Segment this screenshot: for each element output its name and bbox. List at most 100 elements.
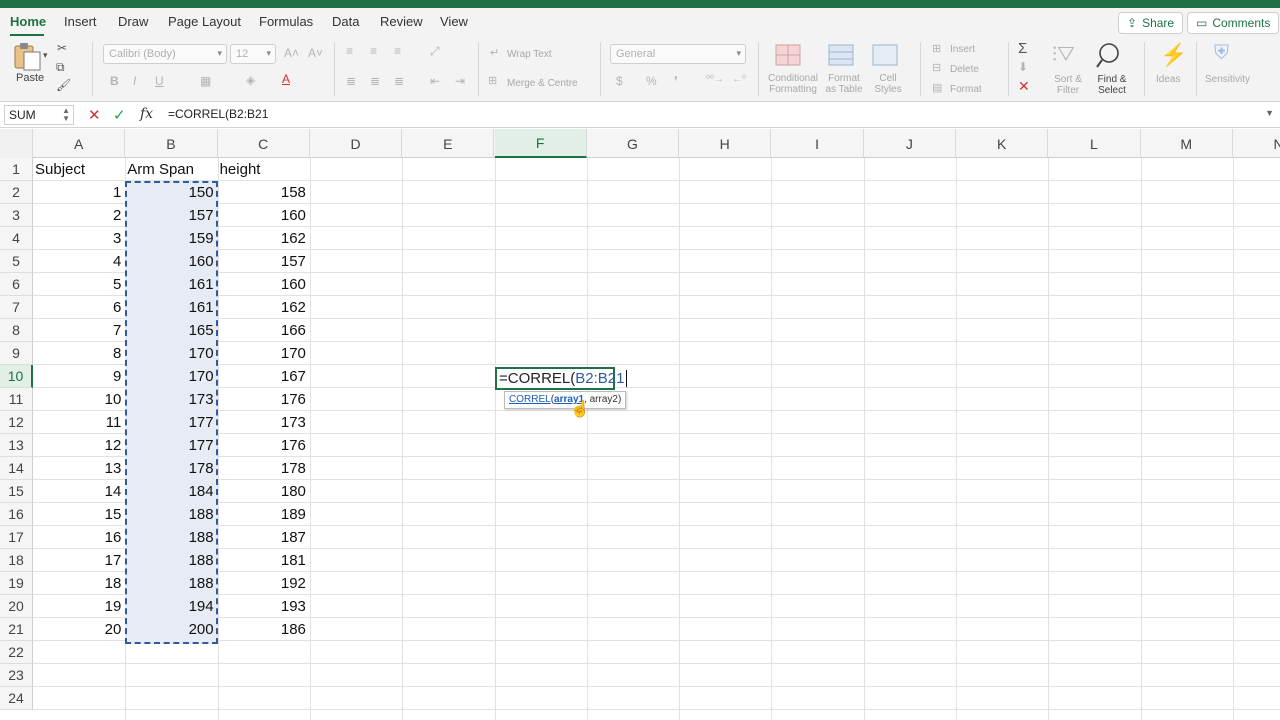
cell-B15[interactable]: 184 bbox=[127, 480, 214, 503]
format-cells-icon[interactable]: ▤ bbox=[932, 81, 942, 94]
cell-C20[interactable]: 193 bbox=[220, 595, 306, 618]
cell-B16[interactable]: 188 bbox=[127, 503, 214, 526]
tab-home[interactable]: Home bbox=[10, 14, 46, 29]
column-header-I[interactable]: I bbox=[771, 129, 864, 158]
cell-C11[interactable]: 176 bbox=[220, 388, 306, 411]
cell-C7[interactable]: 162 bbox=[220, 296, 306, 319]
cell-B20[interactable]: 194 bbox=[127, 595, 214, 618]
comments-button[interactable]: ▭ Comments bbox=[1187, 12, 1280, 34]
align-middle-icon[interactable]: ≡ bbox=[370, 44, 377, 58]
clear-icon[interactable]: ✕ bbox=[1018, 78, 1030, 95]
cell-A2[interactable]: 1 bbox=[35, 181, 121, 204]
decrease-indent-icon[interactable]: ⇤ bbox=[430, 74, 440, 88]
tab-draw[interactable]: Draw bbox=[118, 14, 148, 29]
borders-icon[interactable]: ▦ bbox=[200, 74, 211, 88]
cell-B11[interactable]: 173 bbox=[127, 388, 214, 411]
cell-C6[interactable]: 160 bbox=[220, 273, 306, 296]
comma-style-icon[interactable]: ❜ bbox=[674, 74, 678, 88]
cell-A5[interactable]: 4 bbox=[35, 250, 121, 273]
row-header-24[interactable]: 24 bbox=[0, 687, 33, 710]
cell-C4[interactable]: 162 bbox=[220, 227, 306, 250]
cell-B3[interactable]: 157 bbox=[127, 204, 214, 227]
cell-B18[interactable]: 188 bbox=[127, 549, 214, 572]
cell-B9[interactable]: 170 bbox=[127, 342, 214, 365]
cell-C10[interactable]: 167 bbox=[220, 365, 306, 388]
conditional-formatting-icon[interactable] bbox=[775, 44, 803, 68]
cell-A18[interactable]: 17 bbox=[35, 549, 122, 572]
cell-A14[interactable]: 13 bbox=[35, 457, 122, 480]
cell-B21[interactable]: 200 bbox=[127, 618, 214, 641]
cell-C2[interactable]: 158 bbox=[220, 181, 306, 204]
cell-A4[interactable]: 3 bbox=[35, 227, 121, 250]
align-right-icon[interactable]: ≣ bbox=[394, 74, 404, 88]
column-header-H[interactable]: H bbox=[679, 129, 772, 158]
name-box[interactable]: SUM ▲ ▼ bbox=[4, 105, 74, 125]
fill-icon[interactable]: ⬇ bbox=[1018, 60, 1028, 74]
number-format-select[interactable]: General ▾ bbox=[610, 44, 746, 64]
column-header-B[interactable]: B bbox=[125, 129, 218, 158]
cell-B8[interactable]: 165 bbox=[127, 319, 214, 342]
sort-filter-icon[interactable]: ⫶▽ bbox=[1052, 44, 1075, 67]
column-header-E[interactable]: E bbox=[402, 129, 495, 158]
delete-cells-icon[interactable]: ⊟ bbox=[932, 61, 941, 74]
cell-A17[interactable]: 16 bbox=[35, 526, 122, 549]
font-name-select[interactable]: Calibri (Body) ▾ bbox=[103, 44, 227, 64]
spreadsheet-grid[interactable]: ABCDEFGHIJKLMN Subject Arm Span height 1 150… bbox=[0, 129, 1280, 720]
format-as-table-button[interactable]: Format as Table bbox=[822, 73, 866, 95]
select-all-corner[interactable] bbox=[0, 129, 33, 158]
column-header-G[interactable]: G bbox=[587, 129, 680, 158]
align-left-icon[interactable]: ≣ bbox=[346, 74, 356, 88]
increase-decimal-icon[interactable]: ⁰⁰→ bbox=[706, 74, 724, 85]
format-as-table-icon[interactable] bbox=[828, 44, 856, 68]
cell-C12[interactable]: 173 bbox=[220, 411, 306, 434]
row-header-3[interactable]: 3 bbox=[0, 204, 33, 227]
row-header-20[interactable]: 20 bbox=[0, 595, 33, 618]
expand-formula-bar-icon[interactable]: ▼ bbox=[1265, 108, 1274, 118]
wrap-text-button[interactable]: Wrap Text bbox=[507, 49, 552, 60]
increase-font-icon[interactable]: A˄ bbox=[284, 46, 299, 60]
row-header-15[interactable]: 15 bbox=[0, 480, 33, 503]
cell-styles-icon[interactable] bbox=[872, 44, 900, 68]
cell-B6[interactable]: 161 bbox=[127, 273, 214, 296]
insert-function-icon[interactable]: fx bbox=[140, 106, 153, 122]
cell-C17[interactable]: 187 bbox=[220, 526, 306, 549]
cell-A6[interactable]: 5 bbox=[35, 273, 121, 296]
sensitivity-icon[interactable]: ⛨ bbox=[1214, 42, 1229, 65]
conditional-formatting-button[interactable]: Conditional Formatting bbox=[766, 73, 820, 95]
row-header-9[interactable]: 9 bbox=[0, 342, 33, 365]
tab-data[interactable]: Data bbox=[332, 14, 359, 29]
cell-C1[interactable]: height bbox=[220, 158, 306, 181]
tab-insert[interactable]: Insert bbox=[64, 14, 97, 29]
cell-B7[interactable]: 161 bbox=[127, 296, 214, 319]
cell-A3[interactable]: 2 bbox=[35, 204, 121, 227]
paste-icon[interactable] bbox=[12, 42, 44, 72]
cell-B10[interactable]: 170 bbox=[127, 365, 214, 388]
bold-icon[interactable]: B bbox=[110, 74, 119, 88]
cell-C9[interactable]: 170 bbox=[220, 342, 306, 365]
column-header-L[interactable]: L bbox=[1048, 129, 1141, 158]
insert-cells-icon[interactable]: ⊞ bbox=[932, 42, 941, 55]
format-painter-icon[interactable]: 🖌 bbox=[56, 78, 71, 92]
sort-filter-button[interactable]: Sort & Filter bbox=[1048, 74, 1088, 96]
cell-A11[interactable]: 10 bbox=[35, 388, 122, 411]
cell-A15[interactable]: 14 bbox=[35, 480, 122, 503]
function-tooltip[interactable]: CORREL(array1, array2) bbox=[504, 391, 626, 409]
cell-A16[interactable]: 15 bbox=[35, 503, 122, 526]
row-header-11[interactable]: 11 bbox=[0, 388, 33, 411]
row-header-2[interactable]: 2 bbox=[0, 181, 33, 204]
sensitivity-button[interactable]: Sensitivity bbox=[1205, 74, 1250, 85]
cell-B4[interactable]: 159 bbox=[127, 227, 214, 250]
cell-A20[interactable]: 19 bbox=[35, 595, 122, 618]
cell-C18[interactable]: 181 bbox=[220, 549, 306, 572]
cell-A8[interactable]: 7 bbox=[35, 319, 121, 342]
cell-B5[interactable]: 160 bbox=[127, 250, 214, 273]
cell-C21[interactable]: 186 bbox=[220, 618, 306, 641]
row-header-19[interactable]: 19 bbox=[0, 572, 33, 595]
formula-input[interactable]: =CORREL(B2:B21 bbox=[168, 107, 268, 121]
cut-icon[interactable]: ✂ bbox=[57, 41, 67, 55]
format-cells-button[interactable]: Format bbox=[950, 84, 982, 95]
font-color-icon[interactable]: A bbox=[282, 72, 290, 86]
cell-C3[interactable]: 160 bbox=[220, 204, 306, 227]
cell-C14[interactable]: 178 bbox=[220, 457, 306, 480]
orientation-icon[interactable]: ⤢ bbox=[430, 44, 440, 59]
